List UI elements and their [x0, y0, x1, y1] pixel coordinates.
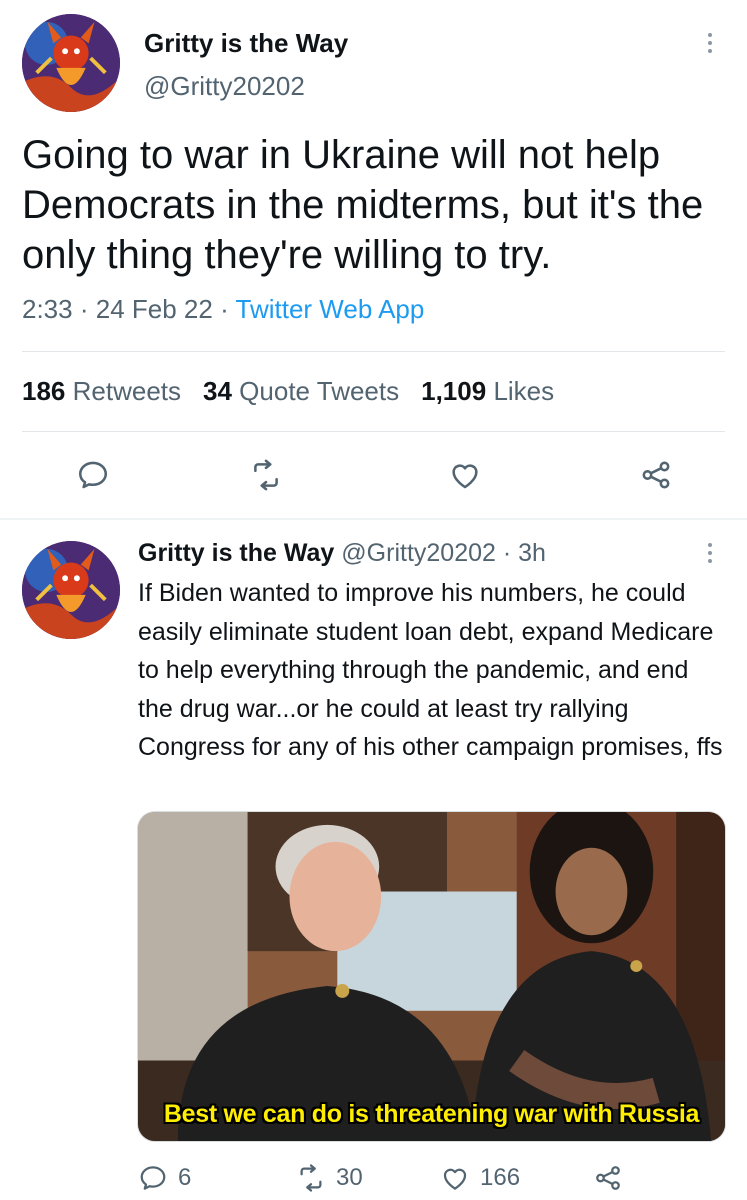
- reply-icon: [78, 461, 108, 489]
- meme-caption: Best we can do is threatening war with R…: [163, 1100, 700, 1128]
- like-icon: [452, 464, 478, 489]
- like-button[interactable]: [443, 453, 487, 497]
- retweet-icon: [254, 459, 278, 491]
- meta-separator: ·: [79, 294, 89, 324]
- author-handle[interactable]: @Gritty20202: [144, 71, 305, 102]
- reply-author-avatar[interactable]: [22, 541, 120, 639]
- like-icon: [443, 1168, 467, 1190]
- likes-stat[interactable]: 1,109 Likes: [421, 376, 554, 406]
- like-button[interactable]: 166: [440, 1158, 520, 1198]
- main-tweet: Gritty is the Way @Gritty20202 Going to …: [0, 0, 747, 520]
- reply-author-name[interactable]: Gritty is the Way: [138, 539, 334, 567]
- tweet-meta: 2:33 · 24 Feb 22 · Twitter Web App: [22, 294, 424, 325]
- meta-separator: ·: [502, 539, 512, 567]
- author-name[interactable]: Gritty is the Way: [144, 28, 348, 59]
- tweet-stats: 186 Retweets 34 Quote Tweets 1,109 Likes: [22, 376, 554, 407]
- retweet-button[interactable]: [244, 453, 288, 497]
- meta-separator: ·: [220, 294, 229, 324]
- reply-time[interactable]: 3h: [518, 539, 546, 567]
- like-count: 166: [480, 1164, 521, 1191]
- reply-header: Gritty is the Way @Gritty20202 · 3h: [138, 539, 546, 568]
- tweet-time[interactable]: 2:33: [22, 294, 73, 324]
- avatar-image: [22, 14, 120, 112]
- section-separator: [0, 518, 747, 520]
- retweet-button[interactable]: 30: [296, 1158, 363, 1198]
- more-options-icon[interactable]: [700, 28, 720, 58]
- reply-button[interactable]: [71, 453, 115, 497]
- share-button[interactable]: [593, 1158, 623, 1198]
- quote-tweets-stat[interactable]: 34 Quote Tweets: [203, 376, 399, 406]
- reply-icon: [140, 1166, 166, 1190]
- avatar-image: [22, 541, 120, 639]
- retweets-stat[interactable]: 186 Retweets: [22, 376, 181, 406]
- tweet-media-image[interactable]: Best we can do is threatening war with R…: [137, 811, 726, 1142]
- share-button[interactable]: [634, 453, 678, 497]
- divider: [22, 351, 725, 352]
- reply-button[interactable]: 6: [138, 1158, 191, 1198]
- reply-count: 6: [178, 1164, 192, 1191]
- tweet-source[interactable]: Twitter Web App: [236, 294, 425, 324]
- share-icon: [596, 1166, 620, 1190]
- retweet-count: 30: [336, 1164, 363, 1191]
- reply-action-bar: 6 30 166: [138, 1158, 738, 1198]
- share-icon: [642, 461, 670, 489]
- retweet-icon: [300, 1164, 322, 1192]
- tweet-date[interactable]: 24 Feb 22: [96, 294, 213, 324]
- reply-author-handle[interactable]: @Gritty20202: [341, 539, 496, 567]
- divider: [22, 431, 725, 432]
- author-avatar[interactable]: [22, 14, 120, 112]
- reply-tweet-text: If Biden wanted to improve his numbers, …: [138, 579, 723, 761]
- more-options-icon[interactable]: [700, 538, 720, 568]
- tweet-text: Going to war in Ukraine will not help De…: [22, 133, 704, 277]
- meme-image: [138, 812, 725, 1141]
